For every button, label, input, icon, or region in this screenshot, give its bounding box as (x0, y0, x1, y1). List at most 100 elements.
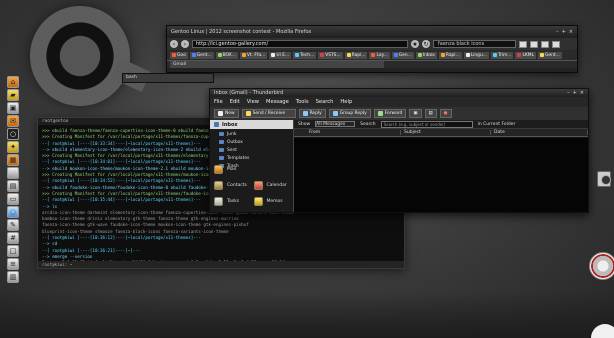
shell-tab[interactable]: bash (122, 73, 214, 83)
bookmark-item[interactable]: Ui E... (269, 51, 292, 59)
thunderbird-menu-bar: File Edit View Message Tools Search Help (210, 97, 588, 107)
image-icon[interactable]: ▦ (7, 154, 19, 166)
folder-item[interactable]: Sent (219, 146, 293, 154)
bookmark-favicon-icon (320, 53, 325, 57)
memos-action[interactable]: Memos (253, 195, 290, 208)
bookmark-item[interactable]: Lay... (369, 51, 390, 59)
archive-icon[interactable]: ▤ (7, 180, 19, 192)
camera-icon[interactable] (597, 171, 611, 187)
tasks-action[interactable]: Tasks (214, 195, 250, 208)
bookmark-item[interactable]: Vt. Ffa... (239, 51, 268, 59)
bookmark-item[interactable]: Gent... (189, 51, 214, 59)
thunderbird-minimize-icon[interactable]: – (567, 90, 570, 96)
bookmark-label: Rapi... (445, 52, 460, 58)
bookmark-favicon-icon (295, 53, 300, 57)
folder-icon[interactable]: ▰ (7, 89, 19, 101)
bookmark-item[interactable]: Gen... (391, 51, 414, 59)
address-field[interactable]: http://lci.gentoo-gallery.com/ (192, 40, 408, 48)
thunderbird-toolbar: New Send / Receive Reply Group Reply For… (210, 107, 588, 120)
subject-column-header[interactable]: Subject (401, 130, 491, 135)
bookmark-item[interactable]: Rapi... (344, 51, 368, 59)
message-list[interactable] (294, 138, 588, 212)
forward-button[interactable]: Forward (373, 109, 407, 118)
bookmark-favicon-icon (540, 53, 545, 57)
bookmark-label: Gent... (545, 52, 560, 58)
bookmark-item[interactable]: Goo (170, 51, 188, 59)
show-filter-select[interactable]: All Messages (315, 121, 356, 127)
menu-item[interactable]: Search (316, 99, 334, 105)
date-column-header[interactable]: Date (491, 130, 588, 135)
menu-item[interactable]: Message (266, 99, 289, 105)
bookmark-item[interactable]: Rapi... (438, 51, 462, 59)
music-icon[interactable]: ○ (7, 128, 19, 140)
thunderbird-close-icon[interactable]: × (580, 90, 584, 96)
delete-icon[interactable]: ● (439, 109, 452, 118)
menu-item[interactable]: File (214, 99, 223, 105)
menu-icon[interactable] (552, 40, 560, 48)
folder-icon (219, 140, 224, 144)
tab-gmail[interactable]: Gmail (170, 61, 384, 68)
calendar-action[interactable]: Calendar (253, 179, 290, 192)
thunderbird-window-controls[interactable]: – + × (567, 90, 584, 96)
group-reply-button[interactable]: Group Reply (328, 109, 371, 118)
reload-icon[interactable]: ↻ (422, 40, 430, 48)
from-column-header[interactable]: From (306, 130, 401, 135)
close-icon[interactable]: × (569, 29, 573, 35)
firefox-titlebar: Gentoo Linux | 2012 screenshot contest -… (167, 26, 577, 38)
mail-icon[interactable]: ✉ (7, 115, 19, 127)
back-icon[interactable]: ‹ (170, 40, 178, 48)
mail-action[interactable]: Mail (214, 163, 289, 176)
calculator-icon[interactable]: # (7, 232, 19, 244)
bookmark-label: Trim... (497, 52, 512, 58)
reply-button[interactable]: Reply (298, 109, 326, 118)
settings-icon[interactable]: ✦ (7, 141, 19, 153)
package-icon[interactable]: □ (7, 245, 19, 257)
menu-item[interactable]: Edit (230, 99, 240, 105)
browser-icon[interactable]: ◌ (7, 206, 19, 218)
folder-icon (219, 148, 224, 152)
bookmark-item[interactable]: Trim... (490, 51, 514, 59)
firefox-window-controls[interactable]: – + × (556, 29, 573, 35)
maximize-icon[interactable]: + (562, 29, 566, 35)
thunderbird-maximize-icon[interactable]: + (573, 90, 577, 96)
bookmark-item[interactable]: BOX... (215, 51, 238, 59)
forward-icon[interactable]: › (181, 40, 189, 48)
send-receive-button[interactable]: Send / Receive (241, 109, 296, 118)
bookmark-item[interactable]: Lingu... (463, 51, 489, 59)
search-scope[interactable]: in Current Folder (478, 122, 516, 127)
terminal-icon[interactable]: ▣ (7, 102, 19, 114)
mail-search-input[interactable]: Search (e.g. subject or sender) (380, 120, 473, 128)
bookmark-item[interactable]: VSTS... (318, 51, 343, 59)
firefox-search-field[interactable]: faenza black icons (433, 40, 516, 48)
left-dock: ⌂ ▰ ▣ ✉ ○ ✦ ▦ ▤ ▭ ◌ ✎ # □ ≡ ▥ (7, 76, 21, 284)
bookmark-item[interactable]: Tech... (293, 51, 317, 59)
show-label: Show (298, 121, 311, 127)
home-icon[interactable]: ⌂ (7, 76, 19, 88)
bookmarks-icon[interactable] (530, 40, 538, 48)
bookmark-item[interactable]: Inbox (415, 51, 437, 59)
bookmark-item[interactable]: LKML (515, 51, 537, 59)
menu-item[interactable]: Tools (296, 99, 309, 105)
spreadsheet-icon[interactable]: ▥ (7, 271, 19, 283)
editor-icon[interactable]: ✎ (7, 219, 19, 231)
minimize-icon[interactable]: – (556, 29, 559, 35)
speedometer-icon[interactable] (589, 252, 614, 280)
print-icon[interactable]: ▣ (409, 109, 422, 118)
home-button-icon[interactable] (541, 40, 549, 48)
document-icon[interactable]: ▭ (7, 193, 19, 205)
thunderbird-titlebar: Inbox (Gmail) - Thunderbird – + × (210, 89, 588, 97)
contacts-action[interactable]: Contacts (214, 179, 250, 192)
text-icon[interactable]: ≡ (7, 258, 19, 270)
bookmark-item[interactable]: Gent... (538, 51, 562, 59)
folder-item[interactable]: Junk (219, 130, 293, 138)
bookmark-star-icon[interactable]: ★ (411, 40, 419, 48)
folder-item[interactable]: Outbox (219, 138, 293, 146)
new-message-button[interactable]: New (214, 109, 239, 118)
menu-item[interactable]: View (247, 99, 259, 105)
blank-launcher-icon[interactable] (7, 167, 19, 179)
calendar-icon (253, 181, 263, 190)
downloads-icon[interactable] (519, 40, 527, 48)
inbox-folder[interactable]: Inbox (210, 120, 293, 129)
archive-mail-icon[interactable]: ▤ (424, 109, 437, 118)
menu-item[interactable]: Help (340, 99, 352, 105)
